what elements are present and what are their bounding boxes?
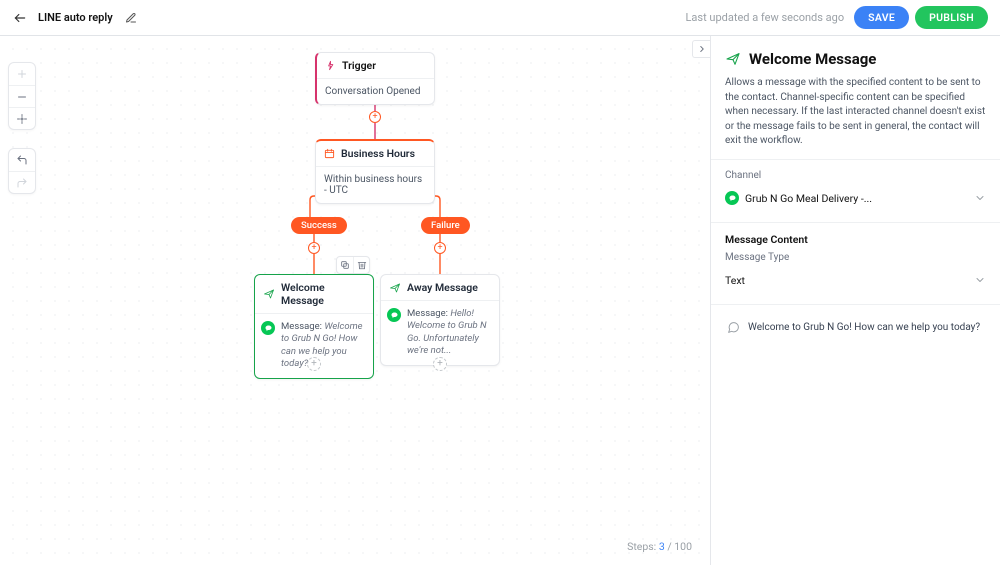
add-step-failure-button[interactable] (434, 242, 446, 254)
edit-title-button[interactable] (123, 10, 139, 26)
save-button[interactable]: SAVE (854, 6, 909, 29)
welcome-node-title: Welcome Message (281, 281, 365, 307)
business-hours-node[interactable]: Business Hours Within business hours - U… (315, 139, 435, 204)
trigger-title: Trigger (342, 59, 376, 72)
channel-value: Grub N Go Meal Delivery -... (745, 192, 872, 205)
away-node-title: Away Message (407, 281, 478, 294)
send-icon (389, 282, 401, 294)
header: LINE auto reply Last updated a few secon… (0, 0, 1000, 36)
business-hours-title: Business Hours (341, 147, 415, 160)
step-counter-prefix: Steps: (627, 540, 659, 553)
line-channel-icon (387, 308, 401, 322)
chevron-down-icon (974, 271, 986, 290)
add-step-success-button[interactable] (308, 242, 320, 254)
node-mini-toolbar (336, 256, 370, 274)
trigger-icon (325, 60, 336, 71)
message-content-section: Message Content (725, 233, 986, 246)
send-icon (263, 288, 275, 300)
trigger-node[interactable]: Trigger Conversation Opened (315, 52, 435, 105)
send-icon (725, 51, 741, 67)
add-step-button[interactable] (369, 111, 381, 123)
line-channel-icon (261, 321, 275, 335)
success-pill: Success (291, 217, 347, 234)
message-type-select[interactable]: Text (725, 267, 986, 298)
business-hours-body: Within business hours - UTC (316, 166, 434, 203)
trigger-body: Conversation Opened (317, 78, 434, 104)
away-message-node[interactable]: Away Message Message: Hello! Welcome to … (380, 274, 500, 366)
calendar-icon (324, 148, 335, 159)
properties-panel: Welcome Message Allows a message with th… (710, 36, 1000, 565)
chevron-down-icon (974, 189, 986, 208)
workflow-title: LINE auto reply (38, 11, 113, 24)
channel-select[interactable]: Grub N Go Meal Delivery -... (725, 185, 986, 216)
step-counter: Steps: 3 / 100 (627, 540, 692, 553)
failure-pill: Failure (421, 217, 470, 234)
add-step-end-right[interactable] (433, 357, 447, 371)
step-counter-max: 100 (674, 540, 692, 553)
delete-node-button[interactable] (353, 257, 369, 273)
add-step-end-left[interactable] (307, 357, 321, 371)
step-counter-sep: / (665, 540, 675, 553)
last-updated-text: Last updated a few seconds ago (686, 11, 845, 24)
message-preview-text: Welcome to Grub N Go! How can we help yo… (748, 322, 980, 333)
back-button[interactable] (12, 10, 28, 26)
collapse-panel-button[interactable] (692, 40, 710, 58)
line-channel-icon (725, 191, 739, 205)
workflow-canvas[interactable]: Trigger Conversation Opened Business Hou… (0, 36, 710, 565)
main: Trigger Conversation Opened Business Hou… (0, 36, 1000, 565)
panel-title-row: Welcome Message (725, 50, 986, 68)
welcome-body-label: Message: (281, 321, 322, 332)
panel-description: Allows a message with the specified cont… (725, 76, 986, 149)
message-preview[interactable]: Welcome to Grub N Go! How can we help yo… (725, 315, 986, 340)
panel-title: Welcome Message (749, 50, 876, 68)
publish-button[interactable]: PUBLISH (915, 6, 988, 29)
channel-label: Channel (725, 170, 986, 181)
copy-node-button[interactable] (337, 257, 353, 273)
message-type-value: Text (725, 274, 745, 287)
chat-icon (727, 321, 740, 334)
away-body-label: Message: (407, 308, 448, 319)
message-type-label: Message Type (725, 252, 986, 263)
